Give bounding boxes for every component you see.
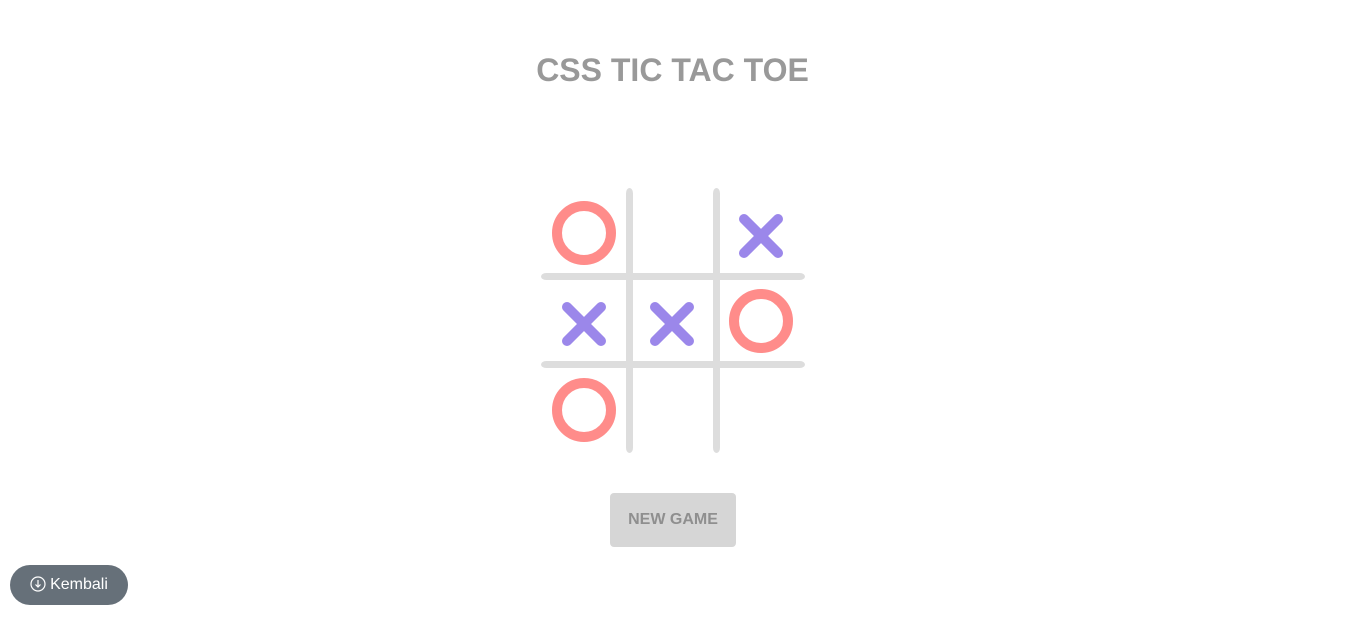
back-button[interactable]: Kembali [10, 565, 128, 605]
x-mark-icon: X [632, 280, 712, 360]
game-board: OXXXOO [541, 188, 805, 453]
board-cell-3-3[interactable] [721, 369, 801, 449]
o-mark-icon: O [544, 369, 624, 449]
board-cell-2-3[interactable]: O [721, 280, 801, 360]
o-mark-icon: O [721, 280, 801, 360]
board-cell-2-2[interactable]: X [632, 280, 712, 360]
back-button-label: Kembali [50, 576, 108, 593]
o-mark-icon: O [544, 192, 624, 272]
board-cell-1-3[interactable]: X [721, 192, 801, 272]
x-mark-icon: X [544, 280, 624, 360]
board-cell-2-1[interactable]: X [544, 280, 624, 360]
board-cell-1-1[interactable]: O [544, 192, 624, 272]
grid-line-vertical-2 [713, 188, 720, 453]
new-game-button[interactable]: NEW GAME [610, 493, 736, 547]
page-title: CSS TIC TAC TOE [536, 52, 809, 88]
grid-line-horizontal-2 [541, 361, 805, 368]
board-cell-3-2[interactable] [632, 369, 712, 449]
board-cell-1-2[interactable] [632, 192, 712, 272]
arrow-down-circle-icon [30, 575, 46, 592]
grid-line-horizontal-1 [541, 273, 805, 280]
board-cell-3-1[interactable]: O [544, 369, 624, 449]
x-mark-icon: X [721, 192, 801, 272]
